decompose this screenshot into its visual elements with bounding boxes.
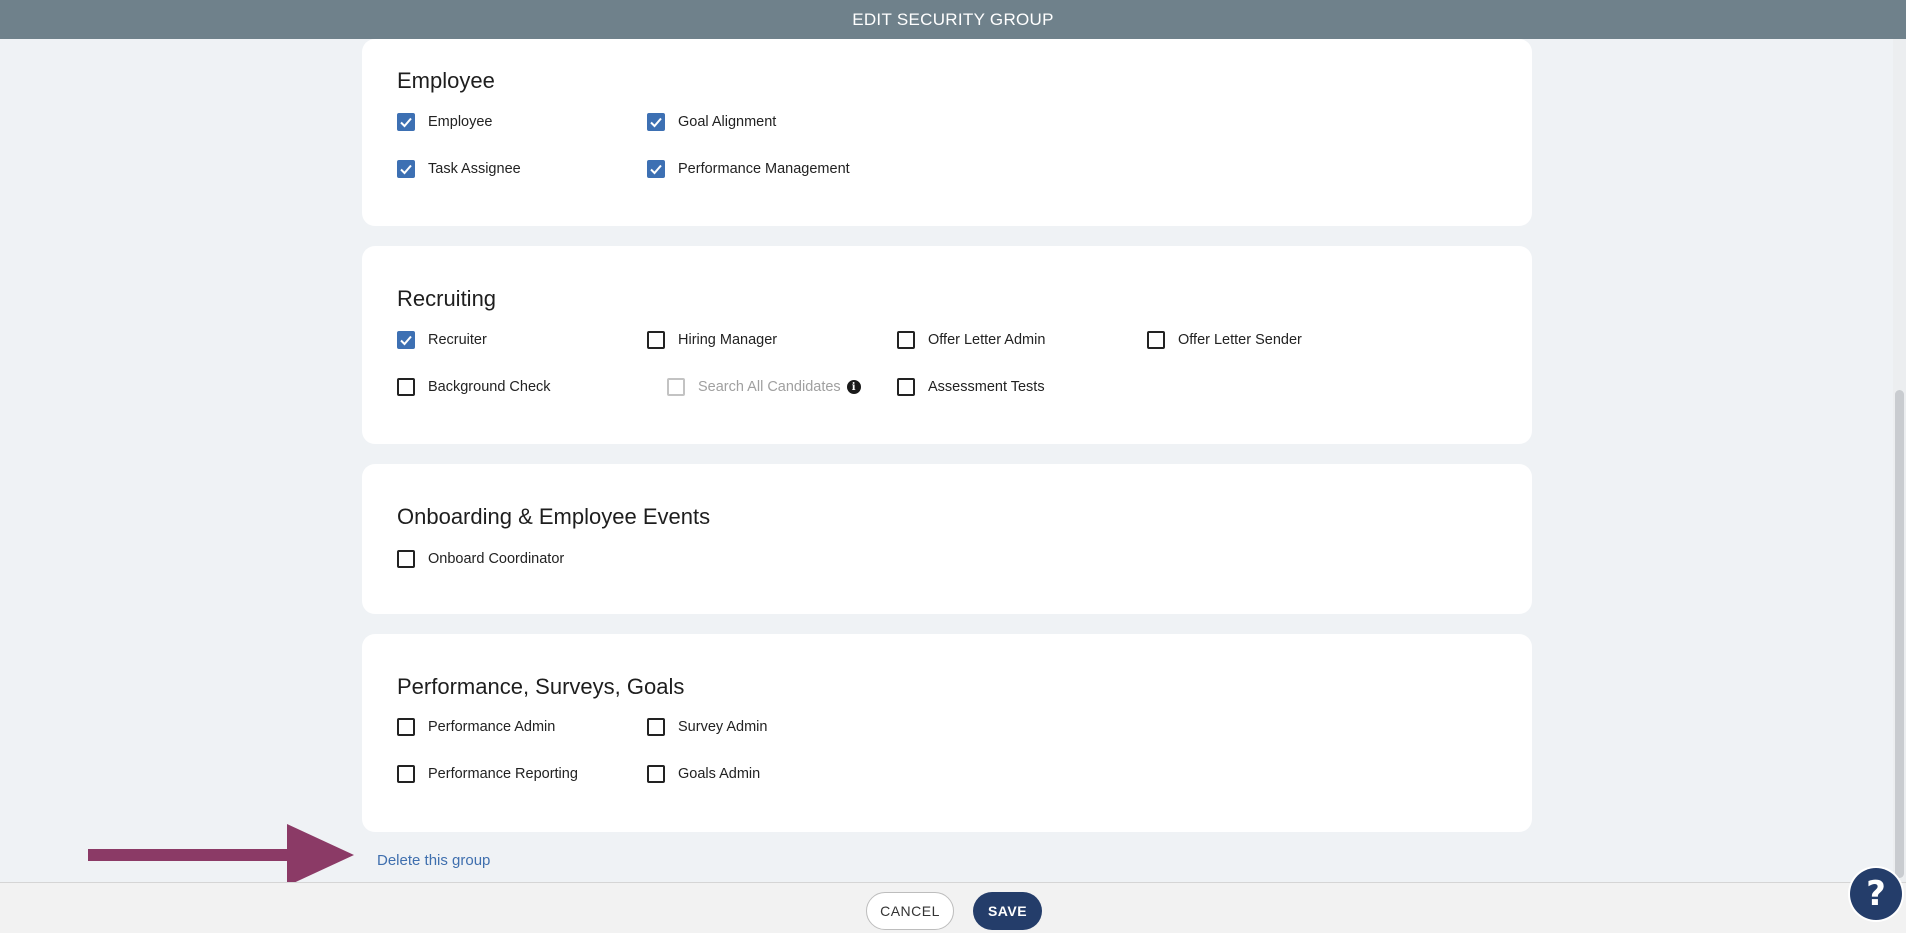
checkbox-recruiter[interactable]: Recruiter: [397, 331, 487, 349]
checkbox-box[interactable]: [897, 378, 915, 396]
checkbox-label: Performance Management: [678, 161, 850, 177]
checkbox-box[interactable]: [647, 331, 665, 349]
question-mark-icon: ?: [1850, 868, 1902, 920]
checkbox-offer-letter-admin[interactable]: Offer Letter Admin: [897, 331, 1045, 349]
checkbox-offer-letter-sender[interactable]: Offer Letter Sender: [1147, 331, 1302, 349]
section-performance: Performance, Surveys, Goals Performance …: [362, 634, 1532, 832]
checkbox-goals-admin[interactable]: Goals Admin: [647, 765, 760, 783]
section-title: Recruiting: [397, 286, 497, 311]
checkbox-label: Hiring Manager: [678, 332, 778, 348]
checkbox-label: Offer Letter Sender: [1178, 332, 1302, 348]
checkbox-box[interactable]: [397, 378, 415, 396]
checkbox-performance-admin[interactable]: Performance Admin: [397, 718, 555, 736]
checkbox-label: Recruiter: [428, 332, 487, 348]
section-title: Employee: [397, 68, 495, 93]
checkbox-label: Performance Admin: [428, 719, 556, 735]
checkbox-search-all-candidates: Search All Candidates i: [667, 378, 861, 396]
checkbox-label: Goals Admin: [678, 766, 761, 782]
info-icon[interactable]: i: [846, 380, 861, 394]
checkbox-performance-management[interactable]: Performance Management: [647, 160, 850, 178]
checkbox-box[interactable]: [897, 331, 915, 349]
checkbox-label: Performance Reporting: [428, 766, 578, 782]
scrollbar-thumb[interactable]: [1895, 390, 1904, 878]
checkbox-assessment-tests[interactable]: Assessment Tests: [897, 378, 1045, 396]
section-title: Onboarding & Employee Events: [397, 504, 711, 529]
delete-group-link[interactable]: Delete this group: [377, 852, 490, 869]
section-title: Performance, Surveys, Goals: [397, 674, 685, 699]
checkbox-label: Survey Admin: [678, 719, 768, 735]
checkbox-box[interactable]: [647, 113, 665, 131]
checkbox-label: Search All Candidates: [698, 379, 841, 395]
checkbox-label: Goal Alignment: [678, 114, 777, 130]
checkbox-goal-alignment[interactable]: Goal Alignment: [647, 113, 776, 131]
checkbox-label: Offer Letter Admin: [928, 332, 1046, 348]
checkbox-label: Task Assignee: [428, 161, 521, 177]
checkbox-performance-reporting[interactable]: Performance Reporting: [397, 765, 578, 783]
checkbox-box[interactable]: [647, 765, 665, 783]
checkbox-label: Background Check: [428, 379, 551, 395]
checkbox-box[interactable]: [1147, 331, 1165, 349]
dialog-header: EDIT SECURITY GROUP: [0, 0, 1906, 39]
checkbox-background-check[interactable]: Background Check: [397, 378, 551, 396]
checkbox-task-assignee[interactable]: Task Assignee: [397, 160, 521, 178]
checkbox-onboard-coordinator[interactable]: Onboard Coordinator: [397, 550, 564, 568]
checkbox-box[interactable]: [647, 718, 665, 736]
checkbox-label: Employee: [428, 114, 493, 130]
checkbox-label: Assessment Tests: [928, 379, 1045, 395]
section-recruiting: Recruiting Recruiter Hiring Manager Offe…: [362, 246, 1532, 444]
checkbox-box: [667, 378, 685, 396]
help-button[interactable]: ?: [1848, 866, 1904, 922]
checkbox-box[interactable]: [397, 160, 415, 178]
dialog-footer: CANCEL SAVE: [0, 882, 1906, 933]
checkbox-box[interactable]: [397, 113, 415, 131]
checkbox-label: Onboard Coordinator: [428, 551, 565, 567]
cancel-button[interactable]: CANCEL: [866, 892, 954, 930]
section-onboarding: Onboarding & Employee Events Onboard Coo…: [362, 464, 1532, 614]
checkbox-box[interactable]: [397, 550, 415, 568]
scroll-area: Employee Employee Goal Alignment Task As…: [0, 39, 1906, 882]
checkbox-box[interactable]: [397, 331, 415, 349]
checkbox-employee[interactable]: Employee: [397, 113, 492, 131]
save-button[interactable]: SAVE: [973, 892, 1042, 930]
checkbox-box[interactable]: [397, 765, 415, 783]
checkbox-box[interactable]: [397, 718, 415, 736]
checkbox-box[interactable]: [647, 160, 665, 178]
checkbox-survey-admin[interactable]: Survey Admin: [647, 718, 767, 736]
dialog-title: EDIT SECURITY GROUP: [852, 9, 1054, 29]
checkbox-hiring-manager[interactable]: Hiring Manager: [647, 331, 777, 349]
arrow-right-icon: [88, 824, 354, 886]
section-employee: Employee Employee Goal Alignment Task As…: [362, 39, 1532, 226]
